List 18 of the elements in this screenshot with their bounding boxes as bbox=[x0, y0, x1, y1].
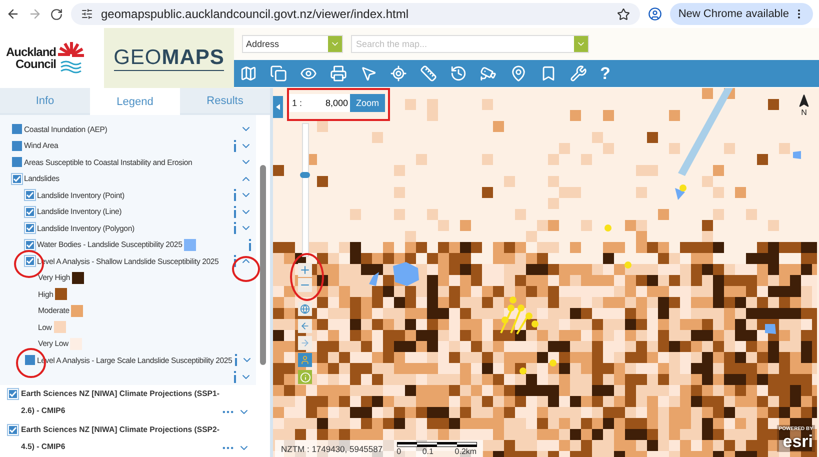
search-input[interactable]: Search the map... bbox=[356, 39, 556, 49]
help-button[interactable]: ? bbox=[600, 64, 610, 84]
app-title: GEOMAPS bbox=[114, 46, 224, 70]
logo-text: Auckland Council bbox=[4, 46, 56, 70]
scale-input[interactable]: 1 : 8,000 Zoom bbox=[288, 94, 386, 112]
zoom-button[interactable]: Zoom bbox=[350, 94, 386, 112]
scale-bar-label: 0.1 bbox=[422, 446, 434, 456]
attribution-logo-text: esri bbox=[782, 432, 813, 451]
address-select[interactable]: Address bbox=[242, 35, 343, 53]
scale-bar-label: 0.2km bbox=[454, 446, 477, 456]
coordinates-text: NZTM : 1749430, 5945587 bbox=[281, 444, 383, 454]
north-label: N bbox=[801, 108, 807, 117]
search-field[interactable]: Search the map... bbox=[351, 35, 589, 53]
scale-bar-label: 0 bbox=[396, 446, 402, 456]
scale-prefix: 1 : bbox=[291, 98, 304, 108]
url-text: geomapspublic.aucklandcouncil.govt.nz/viewer/index.html bbox=[101, 7, 410, 21]
update-button[interactable]: New Chrome available bbox=[670, 3, 813, 25]
address-bar[interactable]: geomapspublic.aucklandcouncil.govt.nz/viewer/index.html bbox=[71, 3, 640, 25]
